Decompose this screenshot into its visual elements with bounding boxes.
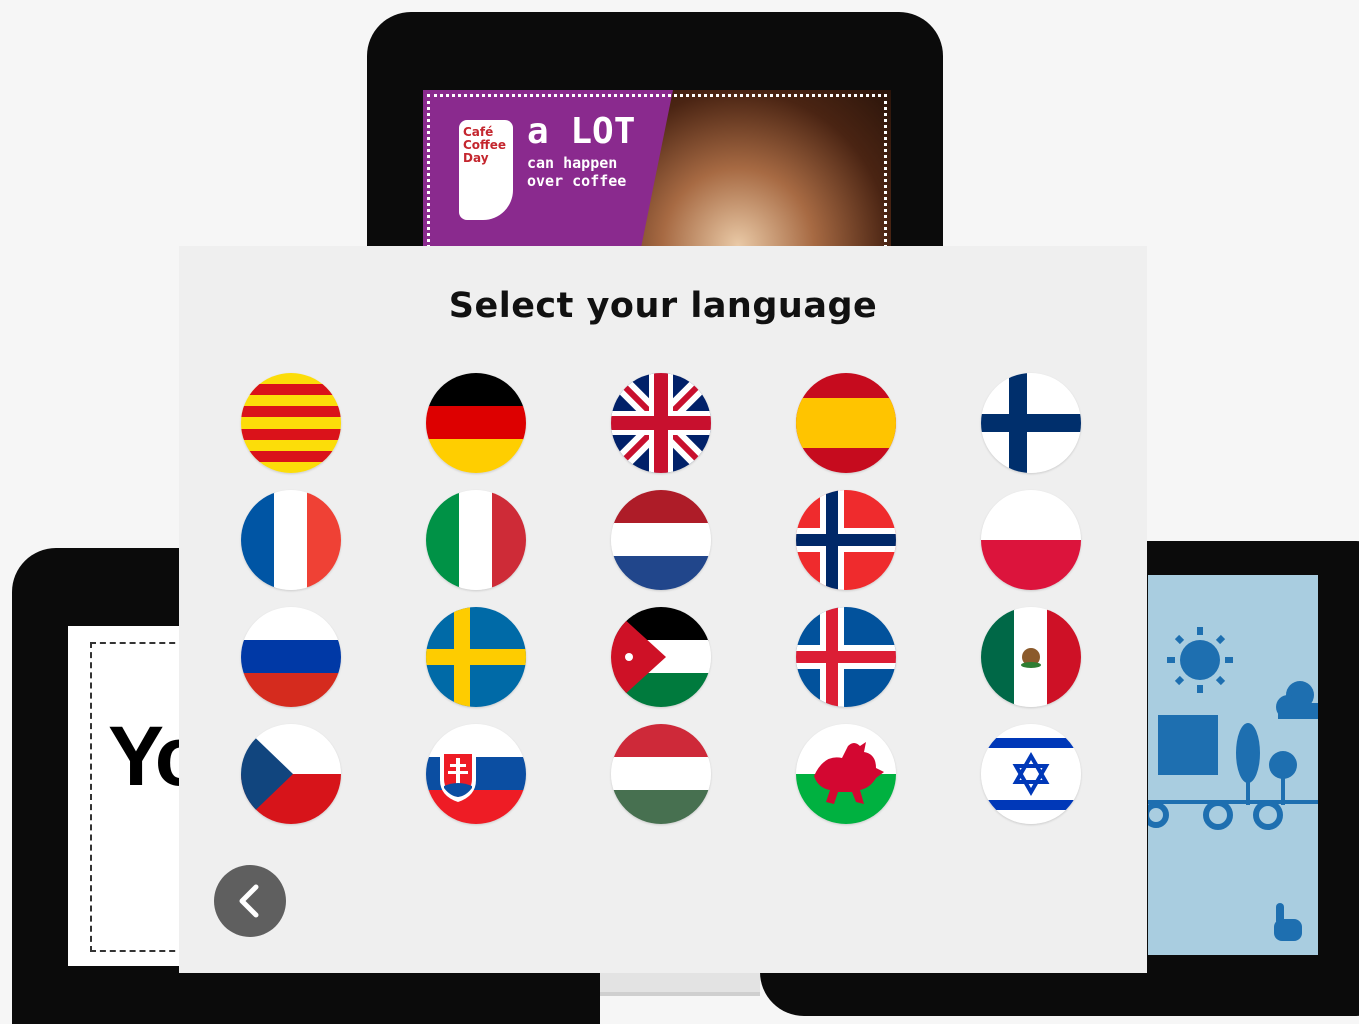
language-option-polish[interactable]: [981, 490, 1081, 590]
language-option-dutch[interactable]: [611, 490, 711, 590]
language-option-russian[interactable]: [241, 607, 341, 707]
language-option-hebrew[interactable]: [981, 724, 1081, 824]
kiosk-stand: [600, 972, 760, 996]
poland-flag-icon: [981, 490, 1081, 590]
mexico-flag-icon: [981, 607, 1081, 707]
netherlands-flag-icon: [611, 490, 711, 590]
jordan-flag-icon: [611, 607, 711, 707]
wales-flag-icon: [796, 724, 896, 824]
language-option-czech[interactable]: [241, 724, 341, 824]
hungary-flag-icon: [611, 724, 711, 824]
tree-icon: [1236, 723, 1297, 805]
slovakia-flag-icon: [426, 724, 526, 824]
united-kingdom-flag-icon: [611, 373, 711, 473]
language-dialog: Select your language: [179, 246, 1147, 973]
language-option-catalan[interactable]: [241, 373, 341, 473]
ad-tagline: can happen over coffee: [527, 154, 627, 190]
language-option-icelandic[interactable]: [796, 607, 896, 707]
chevron-left-icon: [239, 884, 259, 918]
language-option-spanish[interactable]: [796, 373, 896, 473]
russia-flag-icon: [241, 607, 341, 707]
language-option-french[interactable]: [241, 490, 341, 590]
language-option-norwegian[interactable]: [796, 490, 896, 590]
cafe-logo: Café Coffee Day: [459, 120, 513, 220]
solar-panel-icon: [1158, 715, 1218, 775]
spain-flag-icon: [796, 373, 896, 473]
germany-flag-icon: [426, 373, 526, 473]
right-kiosk-screen: [1148, 575, 1318, 955]
language-option-german[interactable]: [426, 373, 526, 473]
back-button[interactable]: [214, 865, 286, 937]
language-option-slovak[interactable]: [426, 724, 526, 824]
hand-pointer-icon: [1274, 903, 1302, 941]
czech-republic-flag-icon: [241, 724, 341, 824]
motorbike-icon: [1148, 800, 1283, 830]
ad-headline: a LOT: [527, 111, 636, 152]
language-option-italian[interactable]: [426, 490, 526, 590]
sun-icon: [1167, 627, 1233, 693]
iceland-flag-icon: [796, 607, 896, 707]
catalonia-flag-icon: [241, 373, 341, 473]
norway-flag-icon: [796, 490, 896, 590]
language-option-finnish[interactable]: [981, 373, 1081, 473]
cloud-icon: [1276, 681, 1318, 719]
page-title: Select your language: [448, 286, 878, 326]
language-option-arabic[interactable]: [611, 607, 711, 707]
language-option-welsh[interactable]: [796, 724, 896, 824]
france-flag-icon: [241, 490, 341, 590]
italy-flag-icon: [426, 490, 526, 590]
language-option-spanish-mexico[interactable]: [981, 607, 1081, 707]
language-option-swedish[interactable]: [426, 607, 526, 707]
sweden-flag-icon: [426, 607, 526, 707]
israel-flag-icon: [981, 724, 1081, 824]
finland-flag-icon: [981, 373, 1081, 473]
language-option-english[interactable]: [611, 373, 711, 473]
language-option-hungarian[interactable]: [611, 724, 711, 824]
